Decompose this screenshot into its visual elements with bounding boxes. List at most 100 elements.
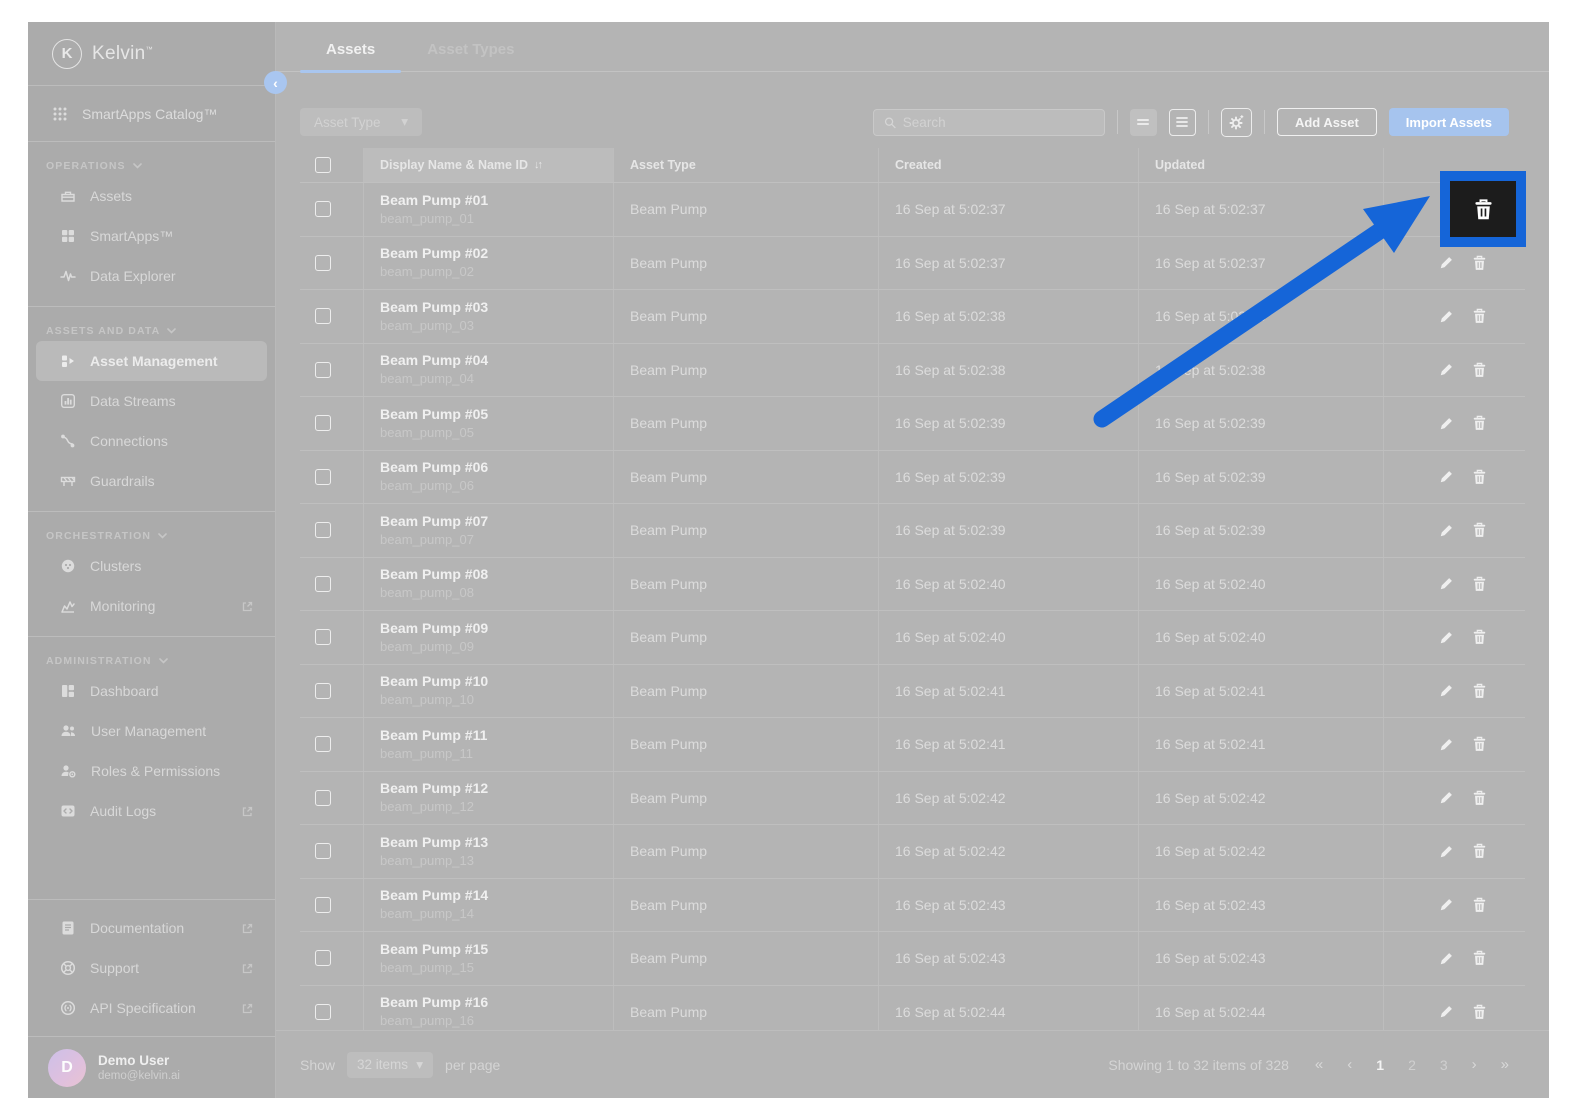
- pagination-page-3[interactable]: 3: [1440, 1057, 1448, 1073]
- delete-icon[interactable]: [1472, 736, 1487, 752]
- section-header-assets-and-data[interactable]: ASSETS AND DATA: [28, 325, 275, 341]
- table-settings-button[interactable]: [1221, 108, 1252, 137]
- select-all-checkbox[interactable]: [315, 157, 331, 173]
- delete-icon[interactable]: [1472, 415, 1487, 431]
- sidebar-item-smartapps-catalog[interactable]: SmartApps Catalog™: [28, 86, 275, 142]
- asset-type-filter-dropdown[interactable]: Asset Type ▾: [300, 108, 422, 136]
- delete-icon[interactable]: [1472, 469, 1487, 485]
- edit-icon[interactable]: [1438, 896, 1455, 913]
- sidebar-item-roles-permissions[interactable]: Roles & Permissions: [36, 751, 267, 791]
- sidebar-item-support[interactable]: Support: [36, 948, 267, 988]
- sidebar-item-user-management[interactable]: User Management: [36, 711, 267, 751]
- sidebar-item-data-streams[interactable]: Data Streams: [36, 381, 267, 421]
- row-checkbox[interactable]: [315, 308, 331, 324]
- sidebar-item-api-specification[interactable]: API Specification: [36, 988, 267, 1028]
- pagination-first-icon[interactable]: «: [1315, 1056, 1323, 1073]
- edit-icon[interactable]: [1438, 468, 1455, 485]
- edit-icon[interactable]: [1438, 361, 1455, 378]
- row-checkbox[interactable]: [315, 790, 331, 806]
- table-row[interactable]: Beam Pump #16 beam_pump_16 Beam Pump 16 …: [300, 986, 1525, 1031]
- edit-icon[interactable]: [1438, 1003, 1455, 1020]
- sidebar-item-monitoring[interactable]: Monitoring: [36, 586, 267, 626]
- edit-icon[interactable]: [1438, 950, 1455, 967]
- edit-icon[interactable]: [1438, 682, 1455, 699]
- edit-icon[interactable]: [1438, 789, 1455, 806]
- row-checkbox[interactable]: [315, 362, 331, 378]
- sort-icon[interactable]: ↓↑: [534, 159, 541, 171]
- sidebar-item-guardrails[interactable]: Guardrails: [36, 461, 267, 501]
- delete-icon[interactable]: [1472, 522, 1487, 538]
- pagination-next-icon[interactable]: ›: [1472, 1056, 1477, 1073]
- list-view-button[interactable]: [1169, 109, 1196, 136]
- delete-icon[interactable]: [1472, 843, 1487, 859]
- import-assets-button[interactable]: Import Assets: [1389, 108, 1509, 136]
- table-row[interactable]: Beam Pump #01 beam_pump_01 Beam Pump 16 …: [300, 183, 1525, 237]
- table-row[interactable]: Beam Pump #07 beam_pump_07 Beam Pump 16 …: [300, 504, 1525, 558]
- section-header-orchestration[interactable]: ORCHESTRATION: [28, 530, 275, 546]
- edit-icon[interactable]: [1438, 522, 1455, 539]
- table-row[interactable]: Beam Pump #12 beam_pump_12 Beam Pump 16 …: [300, 772, 1525, 826]
- column-header-name[interactable]: Display Name & Name ID ↓↑: [364, 148, 614, 182]
- row-checkbox[interactable]: [315, 1004, 331, 1020]
- table-row[interactable]: Beam Pump #06 beam_pump_06 Beam Pump 16 …: [300, 451, 1525, 505]
- sidebar-item-dashboard[interactable]: Dashboard: [36, 671, 267, 711]
- table-row[interactable]: Beam Pump #03 beam_pump_03 Beam Pump 16 …: [300, 290, 1525, 344]
- edit-icon[interactable]: [1438, 415, 1455, 432]
- row-checkbox[interactable]: [315, 629, 331, 645]
- row-checkbox[interactable]: [315, 415, 331, 431]
- delete-icon[interactable]: [1472, 790, 1487, 806]
- row-checkbox[interactable]: [315, 469, 331, 485]
- row-checkbox[interactable]: [315, 522, 331, 538]
- edit-icon[interactable]: [1438, 308, 1455, 325]
- pagination-page-2[interactable]: 2: [1408, 1057, 1416, 1073]
- tab-assets[interactable]: Assets: [300, 41, 401, 71]
- section-header-operations[interactable]: OPERATIONS: [28, 160, 275, 176]
- row-checkbox[interactable]: [315, 576, 331, 592]
- row-checkbox[interactable]: [315, 950, 331, 966]
- edit-icon[interactable]: [1438, 254, 1455, 271]
- sidebar-collapse-button[interactable]: ‹: [264, 71, 287, 94]
- user-profile[interactable]: D Demo User demo@kelvin.ai: [28, 1036, 275, 1098]
- table-row[interactable]: Beam Pump #02 beam_pump_02 Beam Pump 16 …: [300, 237, 1525, 291]
- table-row[interactable]: Beam Pump #10 beam_pump_10 Beam Pump 16 …: [300, 665, 1525, 719]
- sidebar-item-documentation[interactable]: Documentation: [36, 908, 267, 948]
- delete-icon[interactable]: [1472, 576, 1487, 592]
- column-header-created[interactable]: Created: [879, 148, 1139, 182]
- delete-icon[interactable]: [1472, 255, 1487, 271]
- page-size-dropdown[interactable]: 32 items ▾: [347, 1052, 433, 1078]
- delete-icon[interactable]: [1472, 683, 1487, 699]
- table-row[interactable]: Beam Pump #14 beam_pump_14 Beam Pump 16 …: [300, 879, 1525, 933]
- table-row[interactable]: Beam Pump #13 beam_pump_13 Beam Pump 16 …: [300, 825, 1525, 879]
- column-header-updated[interactable]: Updated: [1139, 148, 1384, 182]
- section-header-administration[interactable]: ADMINISTRATION: [28, 655, 275, 671]
- delete-icon[interactable]: [1472, 1004, 1487, 1020]
- delete-icon[interactable]: [1472, 362, 1487, 378]
- table-row[interactable]: Beam Pump #09 beam_pump_09 Beam Pump 16 …: [300, 611, 1525, 665]
- delete-icon[interactable]: [1472, 897, 1487, 913]
- row-checkbox[interactable]: [315, 897, 331, 913]
- delete-icon[interactable]: [1472, 950, 1487, 966]
- delete-icon[interactable]: [1472, 308, 1487, 324]
- edit-icon[interactable]: [1438, 575, 1455, 592]
- table-row[interactable]: Beam Pump #04 beam_pump_04 Beam Pump 16 …: [300, 344, 1525, 398]
- sidebar-item-smartapps[interactable]: SmartApps™: [36, 216, 267, 256]
- sidebar-item-assets[interactable]: Assets: [36, 176, 267, 216]
- row-checkbox[interactable]: [315, 255, 331, 271]
- sidebar-item-connections[interactable]: Connections: [36, 421, 267, 461]
- sidebar-item-clusters[interactable]: Clusters: [36, 546, 267, 586]
- sidebar-item-asset-management[interactable]: Asset Management: [36, 341, 267, 381]
- sidebar-item-data-explorer[interactable]: Data Explorer: [36, 256, 267, 296]
- search-input[interactable]: [903, 115, 1094, 130]
- row-checkbox[interactable]: [315, 736, 331, 752]
- edit-icon[interactable]: [1438, 843, 1455, 860]
- edit-icon[interactable]: [1438, 629, 1455, 646]
- row-checkbox[interactable]: [315, 683, 331, 699]
- add-asset-button[interactable]: Add Asset: [1277, 108, 1377, 136]
- edit-icon[interactable]: [1438, 736, 1455, 753]
- row-checkbox[interactable]: [315, 843, 331, 859]
- table-row[interactable]: Beam Pump #05 beam_pump_05 Beam Pump 16 …: [300, 397, 1525, 451]
- column-header-type[interactable]: Asset Type: [614, 148, 879, 182]
- pagination-prev-icon[interactable]: ‹: [1347, 1056, 1352, 1073]
- table-row[interactable]: Beam Pump #15 beam_pump_15 Beam Pump 16 …: [300, 932, 1525, 986]
- highlighted-delete-button[interactable]: [1450, 181, 1516, 237]
